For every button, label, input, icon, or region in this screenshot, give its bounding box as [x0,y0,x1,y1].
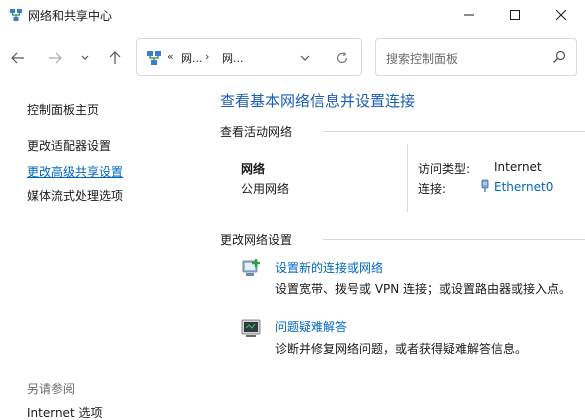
search-placeholder: 搜索控制面板 [386,52,459,66]
sidebar: 控制面板主页 更改适配器设置 更改高级共享设置 媒体流式处理选项 另请参阅 In… [0,78,200,420]
up-button[interactable] [105,48,125,68]
network-type-link: 公用网络 [241,182,290,196]
active-networks-heading: 查看活动网络 [220,125,293,139]
main-content: 查看基本网络信息并设置连接 查看活动网络 网络 公用网络 访问类型: Inter… [220,78,585,420]
section-divider [323,131,585,132]
troubleshoot-problems-link[interactable]: 问题疑难解答 [275,318,347,335]
troubleshoot-icon [240,316,264,340]
new-connection-icon [240,256,264,280]
change-settings-heading: 更改网络设置 [220,233,293,247]
minimize-icon [464,14,474,16]
chevron-down-icon [81,55,89,60]
back-button[interactable] [8,48,28,68]
forward-arrow-icon [49,52,62,64]
network-name: 网络 [241,162,266,176]
sidebar-item-media-streaming[interactable]: 媒体流式处理选项 [27,187,123,204]
connection-label: 连接: [418,182,447,196]
address-dropdown-button[interactable] [298,52,312,64]
page-title: 查看基本网络信息并设置连接 [220,92,416,110]
chevron-down-icon [300,55,310,61]
vertical-divider [407,144,408,212]
title-bar: 网络和共享中心 [0,0,585,30]
forward-button[interactable] [45,48,65,68]
minimize-button[interactable] [446,0,492,30]
close-button[interactable] [538,0,584,30]
access-type-value: Internet [494,160,542,174]
ethernet-icon [480,179,490,193]
sidebar-item-advanced-sharing[interactable]: 更改高级共享设置 [27,163,123,180]
see-also-heading: 另请参阅 [27,382,76,396]
close-icon [556,10,566,20]
navigation-bar: « 网... › 网... 搜索控制面板 [0,38,585,78]
network-icon [146,50,162,66]
section-divider [323,239,585,240]
search-icon[interactable] [552,50,568,66]
search-input[interactable]: 搜索控制面板 [375,38,577,76]
up-arrow-icon [109,51,121,64]
setup-new-connection-link[interactable]: 设置新的连接或网络 [275,259,383,276]
sidebar-item-control-panel-home[interactable]: 控制面板主页 [27,101,99,118]
access-type-label: 访问类型: [418,162,471,176]
refresh-icon [336,52,348,64]
setup-new-connection-description: 设置宽带、拨号或 VPN 连接；或设置路由器或接入点。 [275,282,572,296]
refresh-button[interactable] [334,50,350,66]
troubleshoot-problems-description: 诊断并修复网络问题，或者获得疑难解答信息。 [275,342,528,356]
breadcrumb-item[interactable]: 网... [222,50,244,66]
window-title: 网络和共享中心 [28,9,113,23]
back-arrow-icon [11,52,24,64]
sidebar-item-adapter-settings[interactable]: 更改适配器设置 [27,137,111,154]
breadcrumb-separator[interactable]: › [205,50,209,63]
breadcrumb-overflow[interactable]: « [167,50,174,63]
address-bar[interactable]: « 网... › 网... [136,38,362,76]
maximize-icon [510,10,520,20]
network-icon [9,8,23,22]
connection-link-ethernet0[interactable]: Ethernet0 [494,180,553,194]
recent-locations-button[interactable] [75,48,95,68]
maximize-button[interactable] [492,0,538,30]
sidebar-item-internet-options[interactable]: Internet 选项 [27,404,102,420]
breadcrumb-item[interactable]: 网... [181,50,203,66]
